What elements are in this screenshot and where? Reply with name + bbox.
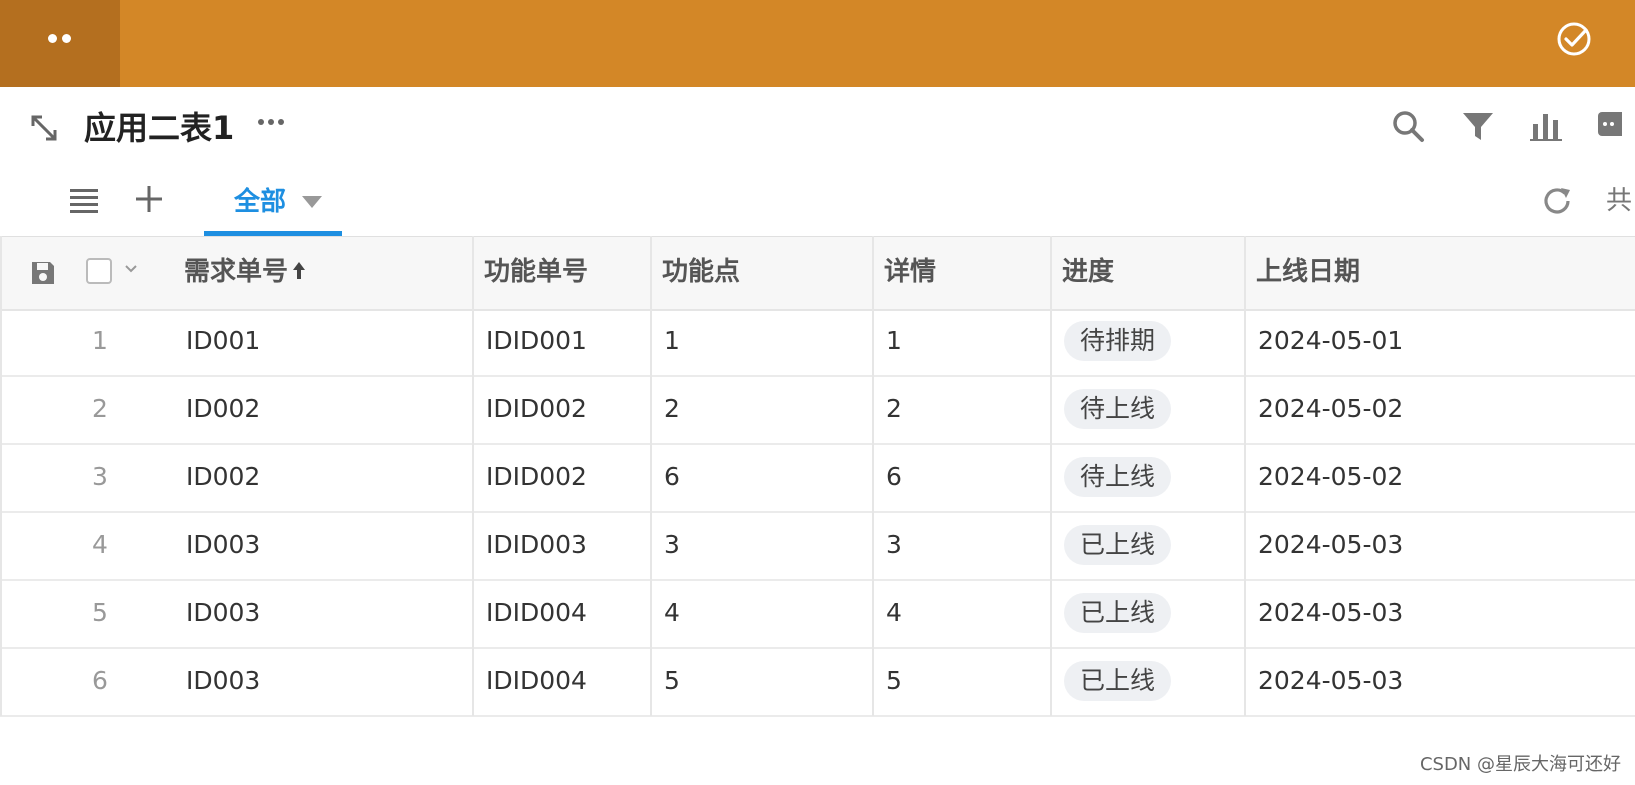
column-header-point[interactable]: 功能点 — [662, 255, 740, 289]
status-badge[interactable]: 待上线 — [1064, 457, 1172, 497]
status-badge[interactable]: 待上线 — [1064, 389, 1172, 429]
row-number: 1 — [92, 326, 108, 355]
cell-point[interactable]: 4 — [664, 596, 680, 630]
cell-point[interactable]: 2 — [664, 392, 680, 426]
table-row[interactable]: 2 ID002 IDID002 2 2 待上线 2024-05-02 — [0, 376, 1635, 445]
tab-all[interactable]: 全部 — [204, 178, 342, 236]
apps-dots-icon — [46, 34, 76, 44]
comment-icon[interactable] — [1596, 108, 1622, 144]
cell-point[interactable]: 3 — [664, 528, 680, 562]
cell-req[interactable]: ID002 — [186, 392, 260, 426]
table-row[interactable]: 4 ID003 IDID003 3 3 已上线 2024-05-03 — [0, 512, 1635, 581]
more-icon[interactable] — [256, 115, 286, 129]
cell-date[interactable]: 2024-05-02 — [1258, 460, 1403, 494]
chart-icon[interactable] — [1528, 108, 1564, 144]
column-divider — [0, 236, 2, 716]
filter-icon[interactable] — [1460, 108, 1496, 144]
plus-icon[interactable] — [132, 182, 166, 216]
table-header-row: 需求单号 功能单号 功能点 详情 进度 上线日期 — [0, 236, 1635, 311]
watermark: CSDN @星辰大海可还好 — [1419, 754, 1621, 775]
column-header-detail[interactable]: 详情 — [884, 255, 936, 289]
cell-point[interactable]: 6 — [664, 460, 680, 494]
cell-detail[interactable]: 6 — [886, 460, 902, 494]
table-row[interactable]: 3 ID002 IDID002 6 6 待上线 2024-05-02 — [0, 444, 1635, 513]
cell-req[interactable]: ID002 — [186, 460, 260, 494]
cell-date[interactable]: 2024-05-03 — [1258, 528, 1403, 562]
column-header-status[interactable]: 进度 — [1062, 255, 1114, 289]
cell-detail[interactable]: 2 — [886, 392, 902, 426]
row-number: 5 — [92, 598, 108, 627]
column-header-req[interactable]: 需求单号 — [184, 255, 306, 289]
cell-date[interactable]: 2024-05-03 — [1258, 596, 1403, 630]
cell-func[interactable]: IDID002 — [486, 392, 587, 426]
data-table: 需求单号 功能单号 功能点 详情 进度 上线日期 1 ID001 IDID001… — [0, 236, 1635, 717]
cell-req[interactable]: ID001 — [186, 324, 260, 358]
list-icon[interactable] — [68, 184, 100, 216]
status-badge[interactable]: 已上线 — [1064, 661, 1172, 701]
app-menu-button[interactable] — [0, 0, 120, 87]
cell-func[interactable]: IDID001 — [486, 324, 587, 358]
cell-detail[interactable]: 5 — [886, 664, 902, 698]
refresh-icon[interactable] — [1540, 184, 1574, 218]
caret-down-icon[interactable] — [302, 196, 322, 208]
row-number: 3 — [92, 462, 108, 491]
chevron-down-icon[interactable] — [124, 264, 138, 274]
cell-func[interactable]: IDID002 — [486, 460, 587, 494]
top-bar — [0, 0, 1635, 87]
expand-icon[interactable] — [28, 112, 60, 144]
cell-req[interactable]: ID003 — [186, 528, 260, 562]
cell-func[interactable]: IDID003 — [486, 528, 587, 562]
table-row[interactable]: 5 ID003 IDID004 4 4 已上线 2024-05-03 — [0, 580, 1635, 649]
share-label[interactable]: 共 — [1606, 183, 1632, 219]
cell-detail[interactable]: 3 — [886, 528, 902, 562]
cell-point[interactable]: 5 — [664, 664, 680, 698]
column-divider[interactable] — [1050, 236, 1052, 716]
table-row[interactable]: 6 ID003 IDID004 5 5 已上线 2024-05-03 — [0, 648, 1635, 717]
status-badge[interactable]: 待排期 — [1064, 321, 1172, 361]
row-number: 6 — [92, 666, 108, 695]
cell-req[interactable]: ID003 — [186, 596, 260, 630]
column-divider[interactable] — [472, 236, 474, 716]
search-icon[interactable] — [1390, 108, 1426, 144]
cell-date[interactable]: 2024-05-03 — [1258, 664, 1403, 698]
column-header-func[interactable]: 功能单号 — [484, 255, 588, 289]
table-row[interactable]: 1 ID001 IDID001 1 1 待排期 2024-05-01 — [0, 308, 1635, 377]
cell-req[interactable]: ID003 — [186, 664, 260, 698]
tab-all-label: 全部 — [234, 187, 287, 217]
check-circle-icon[interactable] — [1556, 21, 1592, 57]
page-title: 应用二表1 — [84, 109, 235, 147]
cell-func[interactable]: IDID004 — [486, 664, 587, 698]
column-header-req-label: 需求单号 — [184, 257, 289, 287]
save-icon[interactable] — [29, 259, 57, 287]
cell-func[interactable]: IDID004 — [486, 596, 587, 630]
cell-date[interactable]: 2024-05-01 — [1258, 324, 1403, 358]
row-number: 4 — [92, 530, 108, 559]
column-divider[interactable] — [650, 236, 652, 716]
cell-detail[interactable]: 1 — [886, 324, 902, 358]
status-badge[interactable]: 已上线 — [1064, 525, 1172, 565]
column-divider[interactable] — [1244, 236, 1246, 716]
cell-detail[interactable]: 4 — [886, 596, 902, 630]
sort-up-icon[interactable] — [292, 261, 306, 281]
cell-point[interactable]: 1 — [664, 324, 680, 358]
row-number: 2 — [92, 394, 108, 423]
cell-date[interactable]: 2024-05-02 — [1258, 392, 1403, 426]
column-header-date[interactable]: 上线日期 — [1256, 255, 1360, 289]
status-badge[interactable]: 已上线 — [1064, 593, 1172, 633]
column-divider[interactable] — [872, 236, 874, 716]
select-all-checkbox[interactable] — [86, 258, 112, 284]
